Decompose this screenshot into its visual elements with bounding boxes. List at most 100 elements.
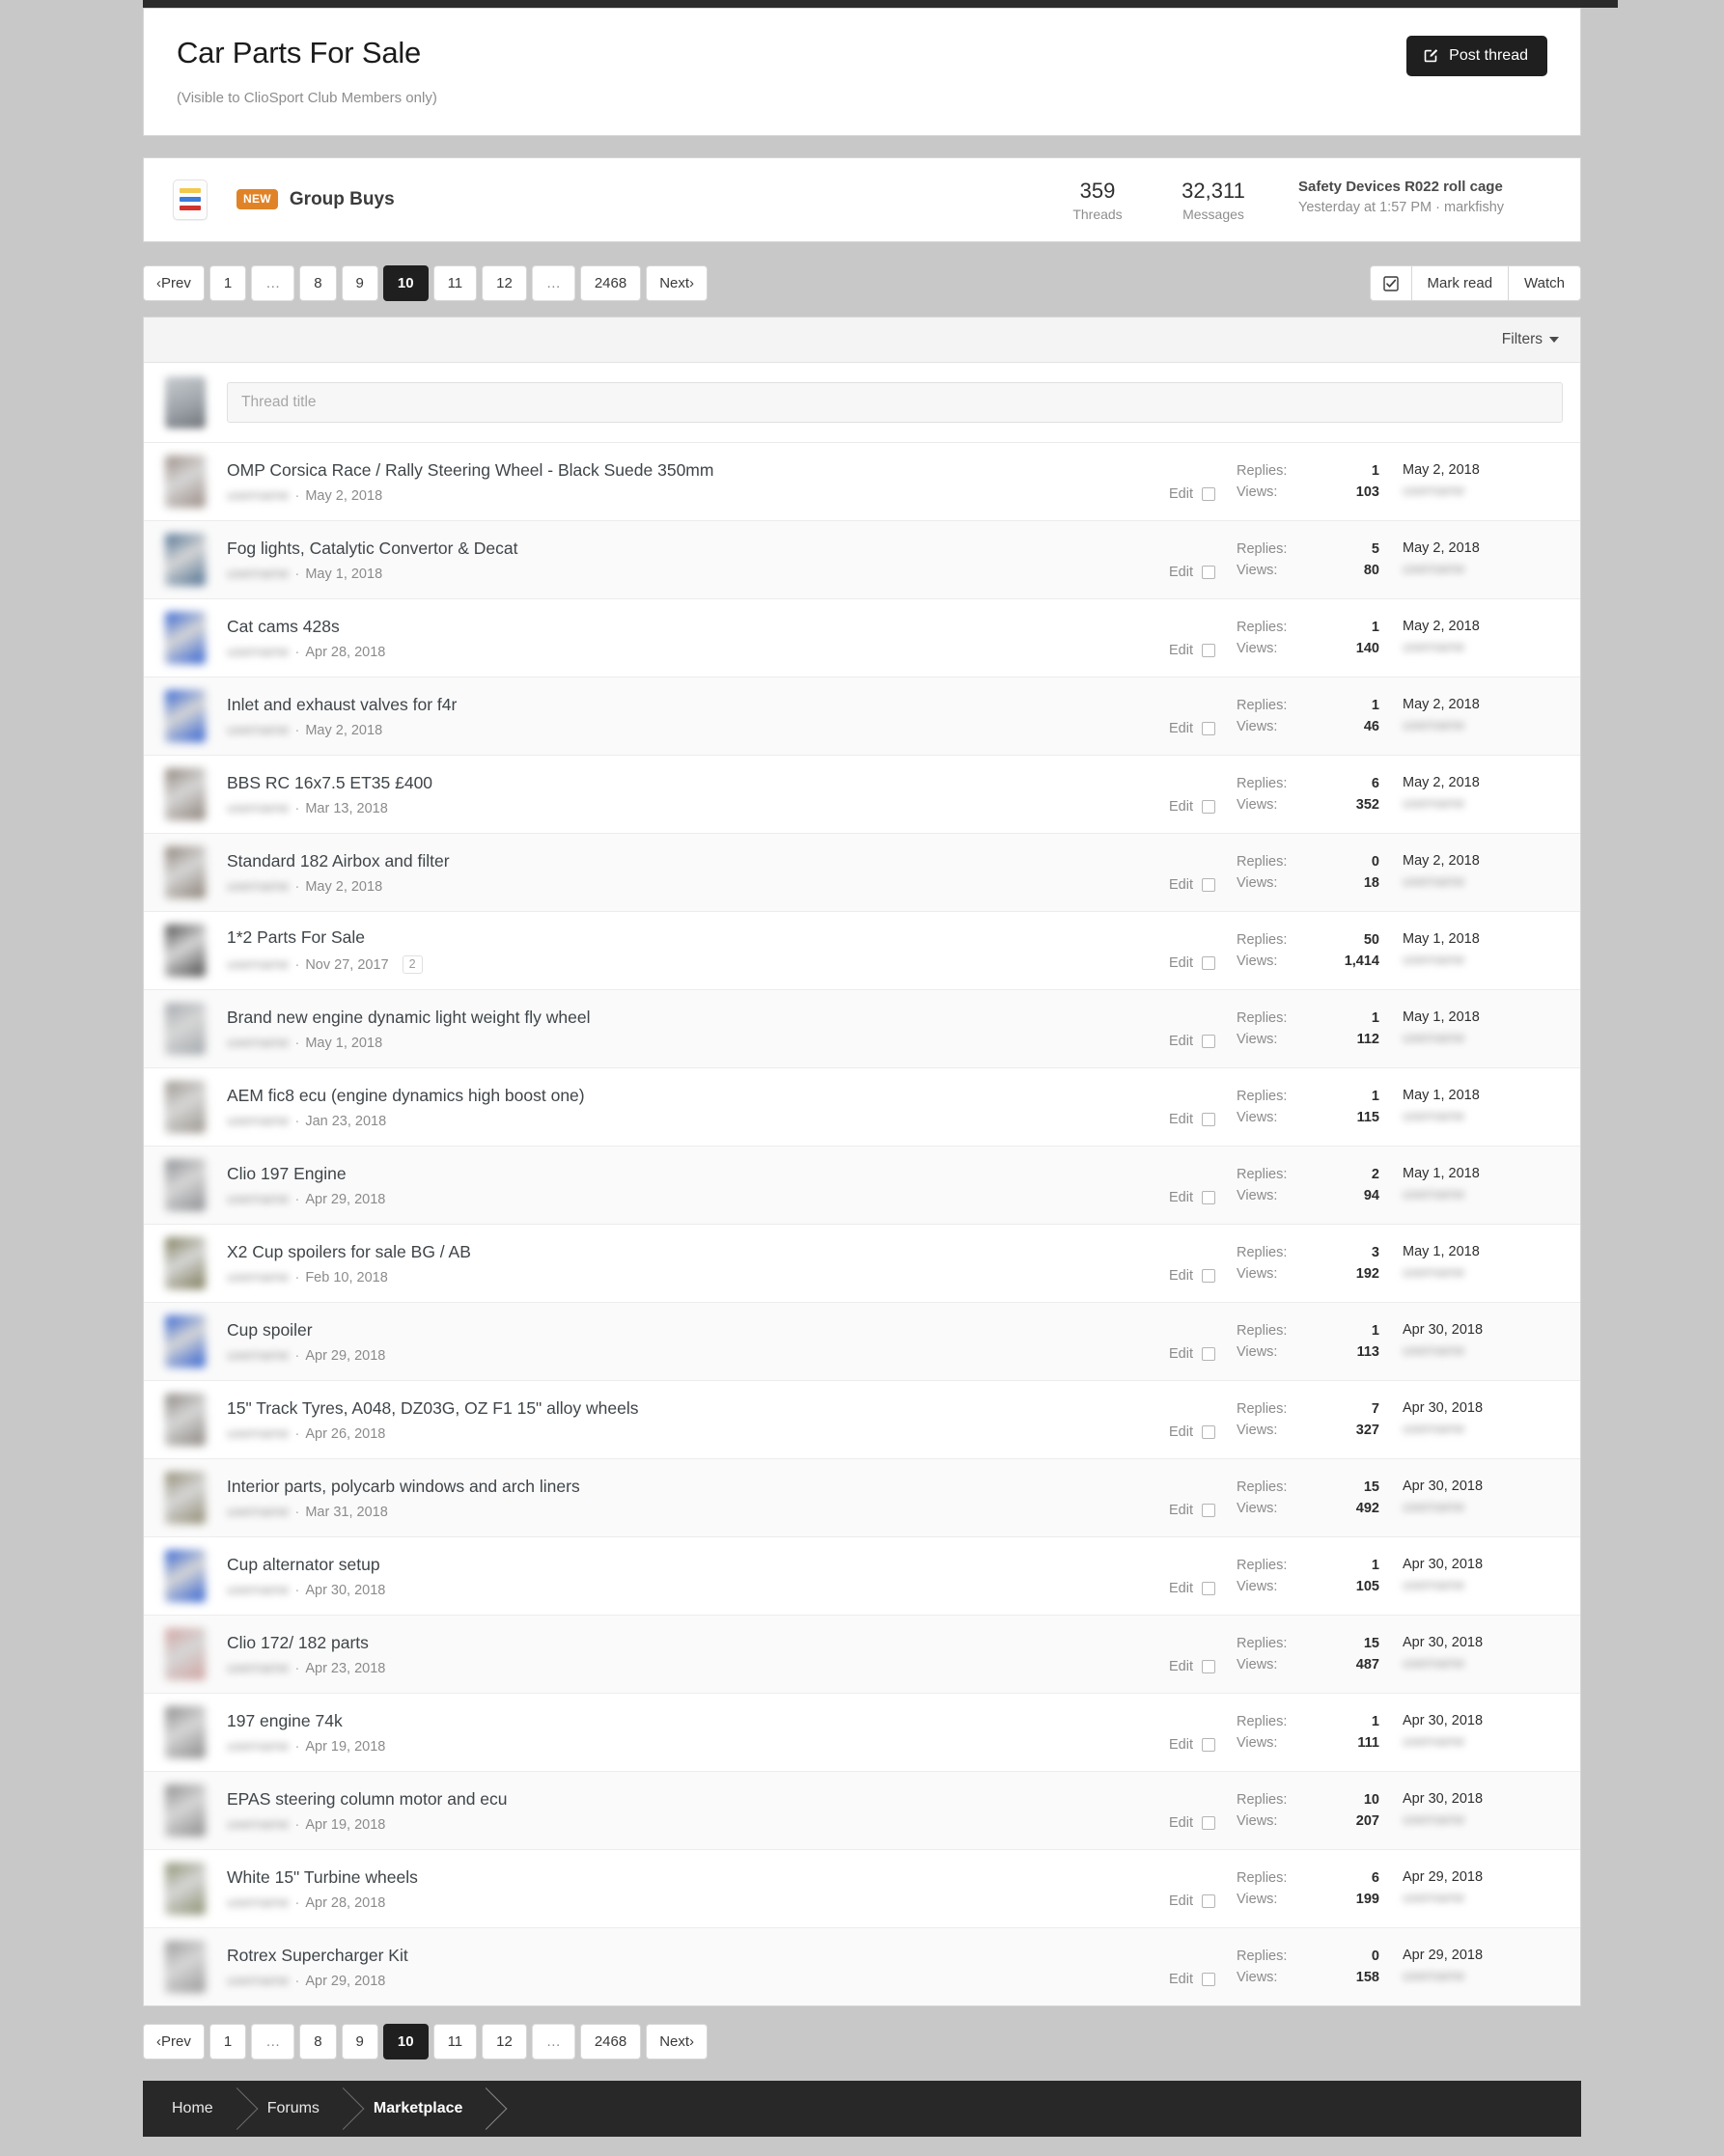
breadcrumb-home[interactable]: Home	[143, 2081, 238, 2137]
thread-author[interactable]: username	[227, 1974, 289, 1989]
table-row[interactable]: 197 engine 74k username · Apr 19, 2018 Edit R…	[144, 1694, 1580, 1773]
last-post-user[interactable]: username	[1403, 1341, 1563, 1363]
thread-select-checkbox[interactable]	[1202, 1504, 1215, 1518]
edit-link[interactable]: Edit	[1169, 565, 1193, 580]
watch-button[interactable]: Watch	[1508, 265, 1581, 302]
thread-title[interactable]: Fog lights, Catalytic Convertor & Decat	[227, 539, 1109, 560]
thread-author[interactable]: username	[227, 1817, 289, 1833]
table-row[interactable]: White 15" Turbine wheels username · Apr 28,…	[144, 1850, 1580, 1929]
page-2468-bottom[interactable]: 2468	[579, 2024, 642, 2060]
table-row[interactable]: Standard 182 Airbox and filter username · M…	[144, 834, 1580, 913]
thread-title[interactable]: AEM fic8 ecu (engine dynamics high boost…	[227, 1086, 1109, 1107]
last-post-user[interactable]: username	[1403, 872, 1563, 894]
table-row[interactable]: OMP Corsica Race / Rally Steering Wheel …	[144, 443, 1580, 522]
edit-link[interactable]: Edit	[1169, 1893, 1193, 1909]
forum-node-row[interactable]: NEW Group Buys 359 Threads 32,311 Messag…	[143, 156, 1581, 243]
thread-author[interactable]: username	[227, 567, 289, 582]
edit-link[interactable]: Edit	[1169, 1190, 1193, 1205]
thread-title[interactable]: Cat cams 428s	[227, 617, 1109, 638]
thread-author[interactable]: username	[227, 1114, 289, 1129]
thread-author[interactable]: username	[227, 1739, 289, 1755]
last-post-user[interactable]: username	[1403, 794, 1563, 815]
last-post-user[interactable]: username	[1403, 560, 1563, 581]
last-post-user[interactable]: username	[1403, 1732, 1563, 1754]
filters-button[interactable]: Filters	[1502, 331, 1559, 348]
thread-title[interactable]: 197 engine 74k	[227, 1711, 1109, 1732]
thread-select-checkbox[interactable]	[1202, 1660, 1215, 1674]
table-row[interactable]: AEM fic8 ecu (engine dynamics high boost…	[144, 1068, 1580, 1147]
table-row[interactable]: 15" Track Tyres, A048, DZ03G, OZ F1 15" …	[144, 1381, 1580, 1460]
thread-title[interactable]: Clio 172/ 182 parts	[227, 1633, 1109, 1654]
page-next[interactable]: Next›	[646, 265, 709, 302]
thread-author[interactable]: username	[227, 1270, 289, 1285]
page-gap-left[interactable]: …	[251, 265, 295, 302]
last-post-user[interactable]: username	[1403, 951, 1563, 972]
last-post-user[interactable]: username	[1403, 1889, 1563, 1910]
thread-select-checkbox[interactable]	[1202, 722, 1215, 736]
table-row[interactable]: Clio 197 Engine username · Apr 29, 2018 Edit…	[144, 1147, 1580, 1226]
thread-title[interactable]: EPAS steering column motor and ecu	[227, 1789, 1109, 1810]
thread-select-checkbox[interactable]	[1202, 487, 1215, 502]
last-post-user[interactable]: username	[1403, 1810, 1563, 1832]
last-post-user[interactable]: username	[1403, 638, 1563, 659]
last-post-user[interactable]: username	[1403, 1263, 1563, 1285]
edit-link[interactable]: Edit	[1169, 486, 1193, 502]
page-10-current-bottom[interactable]: 10	[382, 2024, 429, 2060]
thread-title[interactable]: White 15" Turbine wheels	[227, 1867, 1109, 1889]
thread-title[interactable]: Brand new engine dynamic light weight fl…	[227, 1008, 1109, 1029]
page-10-current[interactable]: 10	[382, 265, 429, 302]
table-row[interactable]: Cup alternator setup username · Apr 30, 201…	[144, 1537, 1580, 1617]
page-prev[interactable]: ‹Prev	[143, 265, 205, 302]
table-row[interactable]: Clio 172/ 182 parts username · Apr 23, 2018…	[144, 1616, 1580, 1695]
table-row[interactable]: Interior parts, polycarb windows and arc…	[144, 1459, 1580, 1538]
last-post-user[interactable]: username	[1403, 1654, 1563, 1675]
post-thread-button[interactable]: Post thread	[1406, 36, 1547, 76]
last-post-user[interactable]: username	[1403, 1967, 1563, 1988]
forum-node-title[interactable]: Group Buys	[290, 189, 395, 210]
thread-title[interactable]: OMP Corsica Race / Rally Steering Wheel …	[227, 460, 1109, 482]
last-post-user[interactable]: username	[1403, 1185, 1563, 1206]
thread-author[interactable]: username	[227, 1895, 289, 1911]
thread-title[interactable]: 1*2 Parts For Sale	[227, 927, 1109, 949]
thread-select-checkbox[interactable]	[1202, 1425, 1215, 1440]
thread-select-checkbox[interactable]	[1202, 1816, 1215, 1831]
edit-link[interactable]: Edit	[1169, 1268, 1193, 1284]
thread-select-checkbox[interactable]	[1202, 1894, 1215, 1909]
edit-link[interactable]: Edit	[1169, 1424, 1193, 1440]
thread-title[interactable]: BBS RC 16x7.5 ET35 £400	[227, 773, 1109, 794]
thread-author[interactable]: username	[227, 645, 289, 660]
edit-link[interactable]: Edit	[1169, 1972, 1193, 1987]
thread-title[interactable]: Cup alternator setup	[227, 1555, 1109, 1576]
edit-link[interactable]: Edit	[1169, 1346, 1193, 1362]
thread-author[interactable]: username	[227, 1036, 289, 1051]
edit-link[interactable]: Edit	[1169, 1659, 1193, 1674]
edit-link[interactable]: Edit	[1169, 955, 1193, 971]
page-1[interactable]: 1	[209, 265, 247, 302]
search-input[interactable]	[227, 382, 1563, 424]
thread-select-checkbox[interactable]	[1202, 1347, 1215, 1362]
edit-link[interactable]: Edit	[1169, 1034, 1193, 1049]
thread-author[interactable]: username	[227, 1583, 289, 1598]
page-8-bottom[interactable]: 8	[299, 2024, 337, 2060]
page-12[interactable]: 12	[482, 265, 527, 302]
thread-title[interactable]: Clio 197 Engine	[227, 1164, 1109, 1185]
thread-select-checkbox[interactable]	[1202, 956, 1215, 971]
last-post-user[interactable]: username	[1403, 1029, 1563, 1050]
edit-link[interactable]: Edit	[1169, 1112, 1193, 1127]
page-2468[interactable]: 2468	[579, 265, 642, 302]
thread-title[interactable]: Standard 182 Airbox and filter	[227, 851, 1109, 872]
thread-select-checkbox[interactable]	[1202, 1113, 1215, 1127]
breadcrumb-marketplace[interactable]: Marketplace	[345, 2081, 488, 2137]
last-post-user[interactable]: username	[1403, 482, 1563, 503]
page-9-bottom[interactable]: 9	[341, 2024, 378, 2060]
thread-author[interactable]: username	[227, 1505, 289, 1520]
table-row[interactable]: 1*2 Parts For Sale username · Nov 27, 2017 2…	[144, 912, 1580, 991]
thread-author[interactable]: username	[227, 1348, 289, 1364]
thread-select-checkbox[interactable]	[1202, 800, 1215, 815]
edit-link[interactable]: Edit	[1169, 799, 1193, 815]
edit-link[interactable]: Edit	[1169, 1737, 1193, 1753]
breadcrumb-forums[interactable]: Forums	[238, 2081, 345, 2137]
thread-select-checkbox[interactable]	[1202, 1738, 1215, 1753]
thread-title[interactable]: 15" Track Tyres, A048, DZ03G, OZ F1 15" …	[227, 1398, 1109, 1420]
page-gap-left-bottom[interactable]: …	[251, 2024, 295, 2060]
